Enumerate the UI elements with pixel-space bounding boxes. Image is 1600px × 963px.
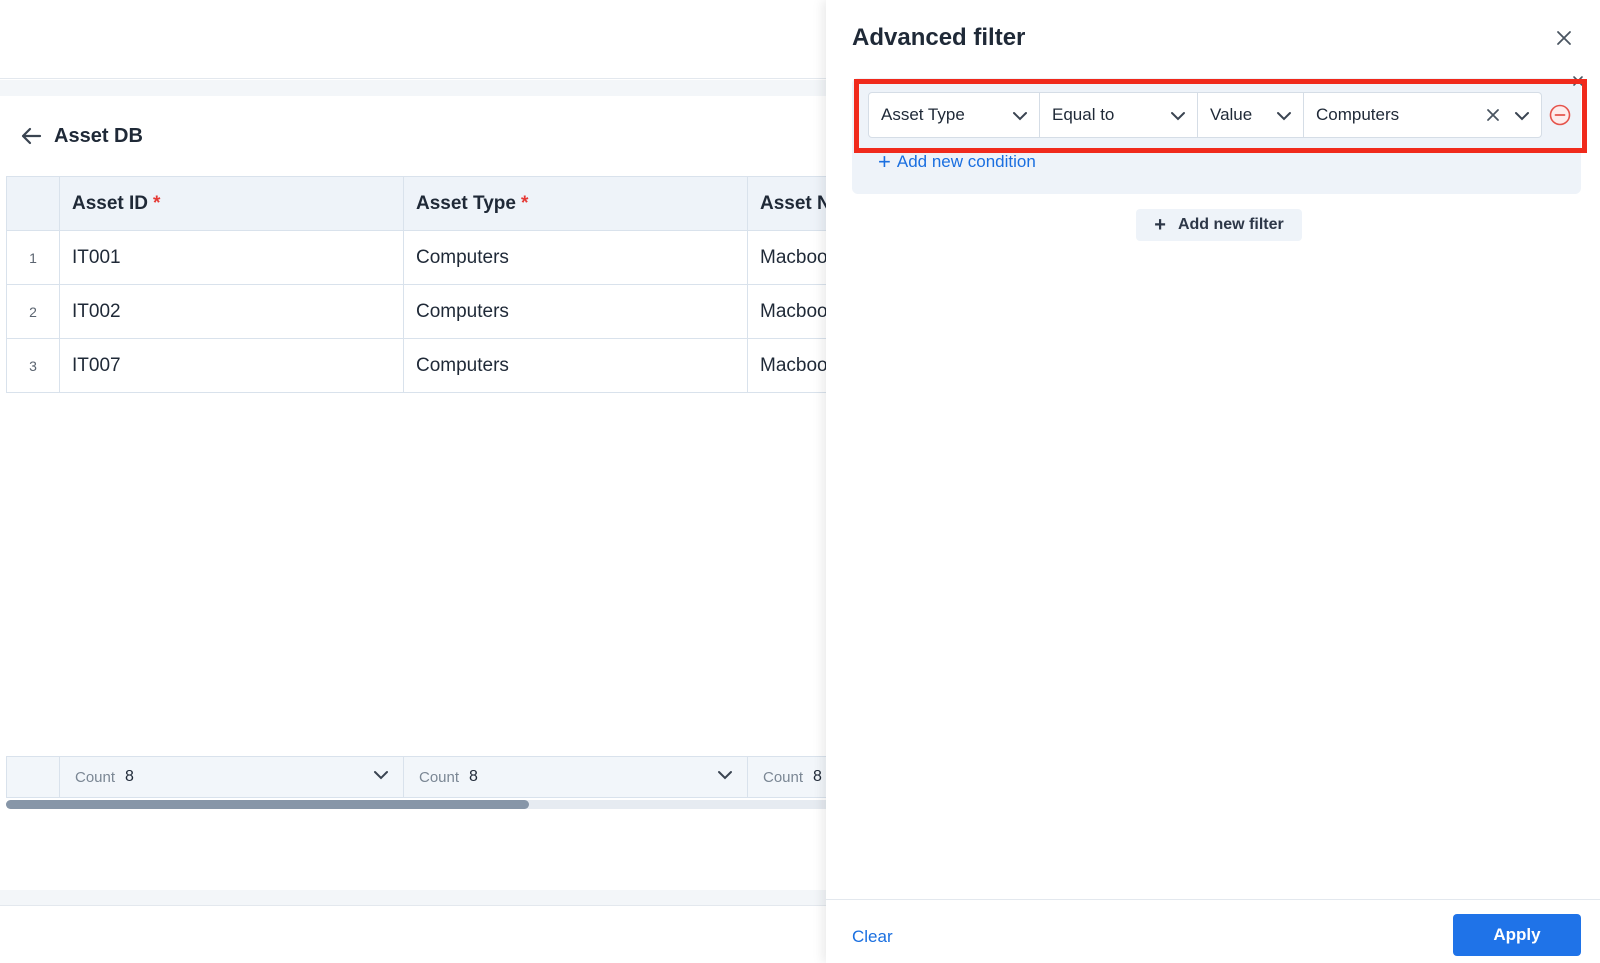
clear-button[interactable]: Clear (852, 927, 893, 947)
advanced-filter-drawer: Advanced filter Asset Type Equal to Valu… (826, 0, 1600, 963)
page-bottom-divider (0, 890, 830, 906)
table-cell[interactable]: Computers (404, 285, 748, 338)
chevron-down-icon[interactable] (717, 769, 733, 781)
chevron-down-icon[interactable] (373, 769, 389, 781)
required-marker: * (520, 192, 529, 214)
column-header-asset-id[interactable]: Asset ID * (60, 177, 404, 230)
table-cell[interactable]: IT002 (60, 285, 404, 338)
summary-asset-name[interactable]: Count 8 (748, 757, 836, 797)
summary-spacer (6, 757, 60, 797)
page-title: Asset DB (54, 125, 143, 147)
table-cell[interactable]: Computers (404, 231, 748, 284)
summary-label: Count (75, 768, 116, 786)
column-header-label: Asset N (760, 192, 831, 214)
summary-value: 8 (813, 768, 822, 785)
table-row[interactable]: 2 IT002 Computers Macboo (6, 285, 836, 339)
table-cell[interactable]: Macboo (748, 285, 836, 338)
column-header-label: Asset Type (416, 192, 516, 214)
row-number-header (6, 177, 60, 230)
table-cell[interactable]: Macboo (748, 339, 836, 392)
footer-divider (826, 899, 1600, 900)
row-number: 2 (6, 285, 60, 338)
table-header-row: Asset ID * Asset Type * Asset N (6, 176, 836, 231)
table-summary-row: Count 8 Count 8 Count 8 (6, 756, 836, 798)
add-filter-label: Add new filter (1177, 216, 1284, 233)
plus-icon: + (1154, 213, 1166, 236)
column-header-asset-type[interactable]: Asset Type * (404, 177, 748, 230)
table-cell[interactable]: IT007 (60, 339, 404, 392)
summary-value: 8 (125, 768, 134, 785)
summary-label: Count (419, 768, 460, 786)
summary-value: 8 (469, 768, 478, 785)
table-cell[interactable]: Computers (404, 339, 748, 392)
required-marker: * (153, 192, 161, 214)
summary-asset-type[interactable]: Count 8 (404, 757, 748, 797)
column-header-label: Asset ID (72, 192, 149, 214)
close-icon[interactable] (1552, 26, 1576, 50)
back-arrow-icon[interactable] (18, 123, 44, 149)
table-cell[interactable]: Macboo (748, 231, 836, 284)
row-number: 1 (6, 231, 60, 284)
add-condition-button[interactable]: + Add new condition (878, 149, 1036, 174)
summary-asset-id[interactable]: Count 8 (60, 757, 404, 797)
add-filter-button[interactable]: + Add new filter (1136, 209, 1302, 241)
highlight-box (854, 79, 1587, 153)
apply-button[interactable]: Apply (1453, 914, 1581, 956)
table-row[interactable]: 3 IT007 Computers Macboo (6, 339, 836, 393)
row-number: 3 (6, 339, 60, 392)
horizontal-scrollbar[interactable] (6, 800, 836, 809)
asset-table: Asset ID * Asset Type * Asset N 1 IT001 Co… (6, 176, 836, 393)
drawer-title: Advanced filter (852, 24, 1026, 51)
plus-icon: + (878, 149, 891, 174)
add-condition-label: Add new condition (896, 152, 1036, 171)
table-row[interactable]: 1 IT001 Computers Macboo (6, 231, 836, 285)
summary-label: Count (763, 768, 804, 786)
column-header-asset-name[interactable]: Asset N (748, 177, 836, 230)
table-cell[interactable]: IT001 (60, 231, 404, 284)
scrollbar-thumb[interactable] (6, 800, 529, 809)
